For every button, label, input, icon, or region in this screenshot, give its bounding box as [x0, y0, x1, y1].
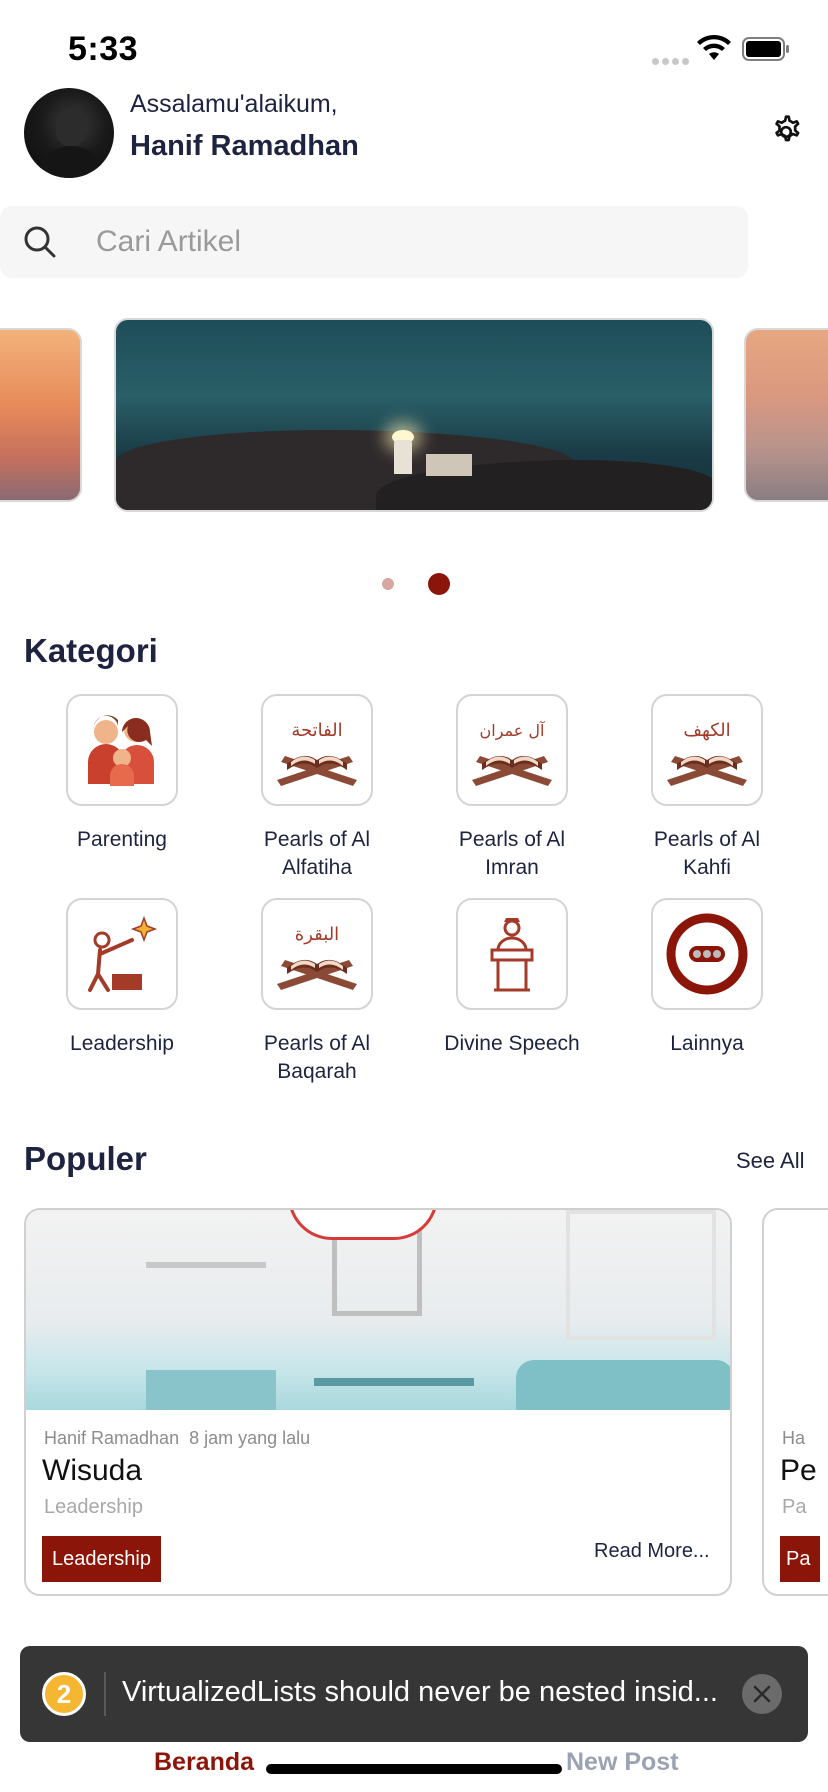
article-category: Pa — [782, 1496, 807, 1518]
category-parenting[interactable]: Parenting — [52, 694, 192, 854]
tab-new-post[interactable]: New Post — [566, 1748, 679, 1777]
article-tag[interactable]: Leadership — [42, 1536, 161, 1582]
warning-count-badge: 2 — [42, 1672, 86, 1716]
more-icon — [666, 913, 748, 995]
read-more-link[interactable]: Read More... — [594, 1540, 710, 1563]
article-card-next[interactable]: Ha Pe Pa Pa — [762, 1208, 828, 1596]
article-title: Wisuda — [42, 1454, 143, 1487]
quran-alfatiha-icon: الفاتحة — [277, 720, 357, 786]
family-icon — [88, 715, 154, 786]
carousel-pagination — [0, 572, 828, 596]
greeting-text: Assalamu'alaikum, — [130, 90, 338, 118]
pagination-dot[interactable] — [382, 578, 394, 590]
category-label: Leadership — [70, 1032, 174, 1055]
svg-text:آل عمران: آل عمران — [480, 721, 547, 741]
banner-carousel[interactable] — [0, 316, 828, 516]
gear-icon[interactable] — [768, 114, 804, 150]
svg-text:الكهف: الكهف — [683, 720, 730, 741]
see-all-link[interactable]: See All — [736, 1148, 805, 1174]
home-indicator — [266, 1764, 562, 1774]
article-time: 8 jam yang lalu — [189, 1428, 311, 1448]
category-divine-speech[interactable]: Divine Speech — [442, 898, 582, 1058]
category-baqarah[interactable]: البقرة Pearls of Al Baqarah — [247, 898, 387, 1086]
leadership-icon — [88, 915, 158, 992]
search-bar[interactable] — [0, 206, 748, 278]
avatar[interactable] — [24, 88, 114, 178]
category-label: Divine Speech — [444, 1032, 580, 1055]
close-button[interactable] — [742, 1674, 782, 1714]
populer-title: Populer — [24, 1140, 147, 1177]
pagination-dot-active[interactable] — [428, 573, 450, 595]
search-input[interactable] — [96, 220, 716, 264]
article-author: Ha — [782, 1428, 806, 1448]
quran-baqarah-icon: البقرة — [277, 924, 357, 990]
signal-icon — [652, 52, 692, 70]
article-tag[interactable]: Pa — [780, 1536, 820, 1582]
divider — [104, 1672, 106, 1716]
article-author: Hanif Ramadhan — [44, 1428, 180, 1448]
username: Hanif Ramadhan — [130, 130, 359, 162]
category-alfatiha[interactable]: الفاتحة Pearls of Al Alfatiha — [247, 694, 387, 882]
category-leadership[interactable]: Leadership — [52, 898, 192, 1058]
warning-toast[interactable]: 2 VirtualizedLists should never be neste… — [20, 1646, 808, 1742]
warning-message: VirtualizedLists should never be nested … — [122, 1676, 718, 1708]
carousel-slide-active[interactable] — [114, 318, 714, 512]
status-time: 5:33 — [68, 30, 139, 68]
category-label: Parenting — [77, 828, 167, 851]
category-label: Lainnya — [670, 1032, 744, 1055]
category-kahfi[interactable]: الكهف Pearls of Al Kahfi — [637, 694, 777, 882]
article-card[interactable]: Hanif Ramadhan 8 jam yang lalu Wisuda Lea… — [24, 1208, 732, 1596]
search-icon — [24, 226, 56, 258]
carousel-slide-previous[interactable] — [0, 328, 82, 502]
status-bar: 5:33 — [0, 0, 828, 90]
wifi-icon — [697, 34, 731, 60]
category-imran[interactable]: آل عمران Pearls of Al Imran — [442, 694, 582, 882]
category-lainnya[interactable]: Lainnya — [637, 898, 777, 1058]
category-label: Pearls of Al Alfatiha — [263, 828, 371, 879]
quran-imran-icon: آل عمران — [472, 721, 552, 786]
article-meta: Hanif Ramadhan 8 jam yang lalu — [44, 1428, 320, 1449]
kategori-title: Kategori — [24, 632, 158, 669]
svg-text:الفاتحة: الفاتحة — [291, 720, 342, 741]
category-label: Pearls of Al Kahfi — [653, 828, 761, 879]
podium-speaker-icon — [490, 918, 534, 992]
quran-kahfi-icon: الكهف — [667, 720, 747, 786]
category-label: Pearls of Al Imran — [458, 828, 566, 879]
svg-text:البقرة: البقرة — [295, 924, 339, 945]
battery-icon — [742, 37, 789, 61]
article-title: Pe — [780, 1454, 817, 1487]
close-icon — [753, 1685, 771, 1703]
category-label: Pearls of Al Baqarah — [263, 1032, 371, 1083]
article-image — [26, 1210, 730, 1410]
article-category: Leadership — [44, 1496, 143, 1518]
tab-beranda[interactable]: Beranda — [154, 1748, 254, 1777]
carousel-slide-next[interactable] — [744, 328, 828, 502]
